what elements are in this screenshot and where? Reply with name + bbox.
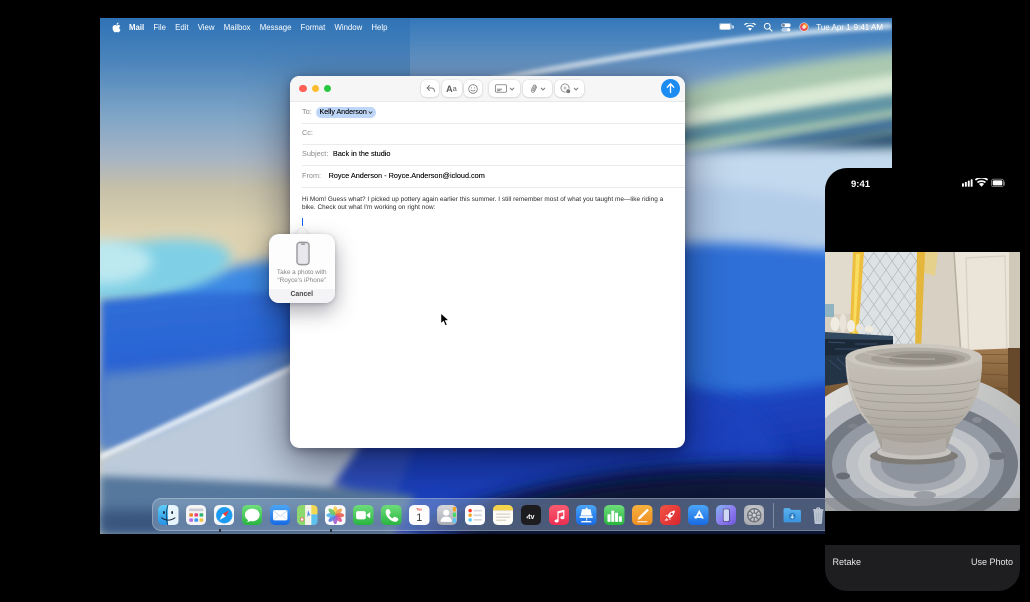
svg-text:tv: tv (528, 512, 534, 520)
svg-text:1: 1 (416, 511, 422, 523)
